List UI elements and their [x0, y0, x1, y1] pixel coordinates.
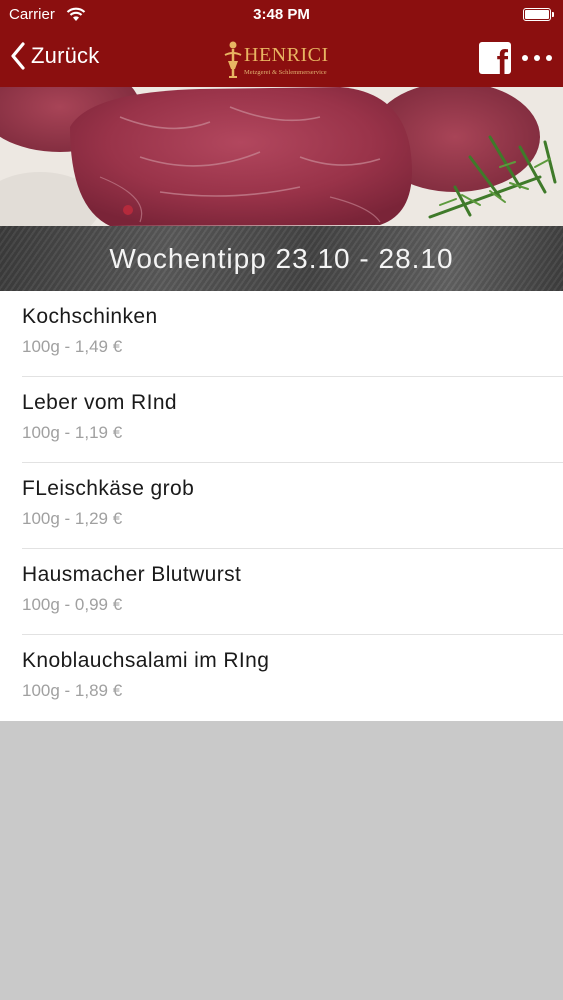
item-name: Knoblauchsalami im RIng [22, 649, 270, 672]
week-tip-banner: Wochentipp 23.10 - 28.10 [0, 226, 563, 291]
item-name: Kochschinken [22, 305, 158, 328]
back-button[interactable]: Zurück [10, 40, 99, 72]
back-chevron-icon [11, 42, 25, 70]
meat-photo [0, 87, 563, 226]
status-bar: Carrier 3:48 PM [0, 0, 563, 30]
battery-icon [523, 8, 554, 21]
item-name: Hausmacher Blutwurst [22, 563, 242, 586]
logo-subtitle: Metzgerei & Schlemmerservice [244, 69, 327, 76]
list-item[interactable]: Leber vom RInd 100g - 1,19 € [0, 377, 563, 463]
list-item[interactable]: Hausmacher Blutwurst 100g - 0,99 € [0, 549, 563, 635]
offer-list: Kochschinken 100g - 1,49 € Leber vom RIn… [0, 291, 563, 721]
list-item[interactable]: Kochschinken 100g - 1,49 € [0, 291, 563, 377]
banner-title: Wochentipp 23.10 - 28.10 [109, 242, 454, 274]
hero-image [0, 87, 563, 226]
navigation-bar: Zurück HENRICI Metzgerei & Schlemmerserv… [0, 30, 563, 87]
back-label: Zurück [31, 43, 100, 68]
facebook-icon: f [496, 44, 508, 74]
item-price: 100g - 1,49 € [22, 337, 123, 356]
list-item[interactable]: Knoblauchsalami im RIng 100g - 1,89 € [0, 635, 563, 721]
item-price: 100g - 0,99 € [22, 595, 123, 614]
more-icon [522, 55, 528, 61]
henrici-logo: HENRICI Metzgerei & Schlemmerservice [220, 39, 345, 81]
item-name: FLeischkäse grob [22, 477, 195, 500]
item-name: Leber vom RInd [22, 391, 178, 414]
item-price: 100g - 1,29 € [22, 509, 123, 528]
more-button[interactable] [522, 48, 552, 68]
clock: 3:48 PM [253, 6, 310, 23]
list-item[interactable]: FLeischkäse grob 100g - 1,29 € [0, 463, 563, 549]
item-price: 100g - 1,89 € [22, 681, 123, 700]
item-price: 100g - 1,19 € [22, 423, 123, 442]
facebook-button[interactable]: f [479, 42, 511, 74]
logo-title: HENRICI [244, 44, 329, 66]
logo-figure-icon [224, 41, 242, 78]
